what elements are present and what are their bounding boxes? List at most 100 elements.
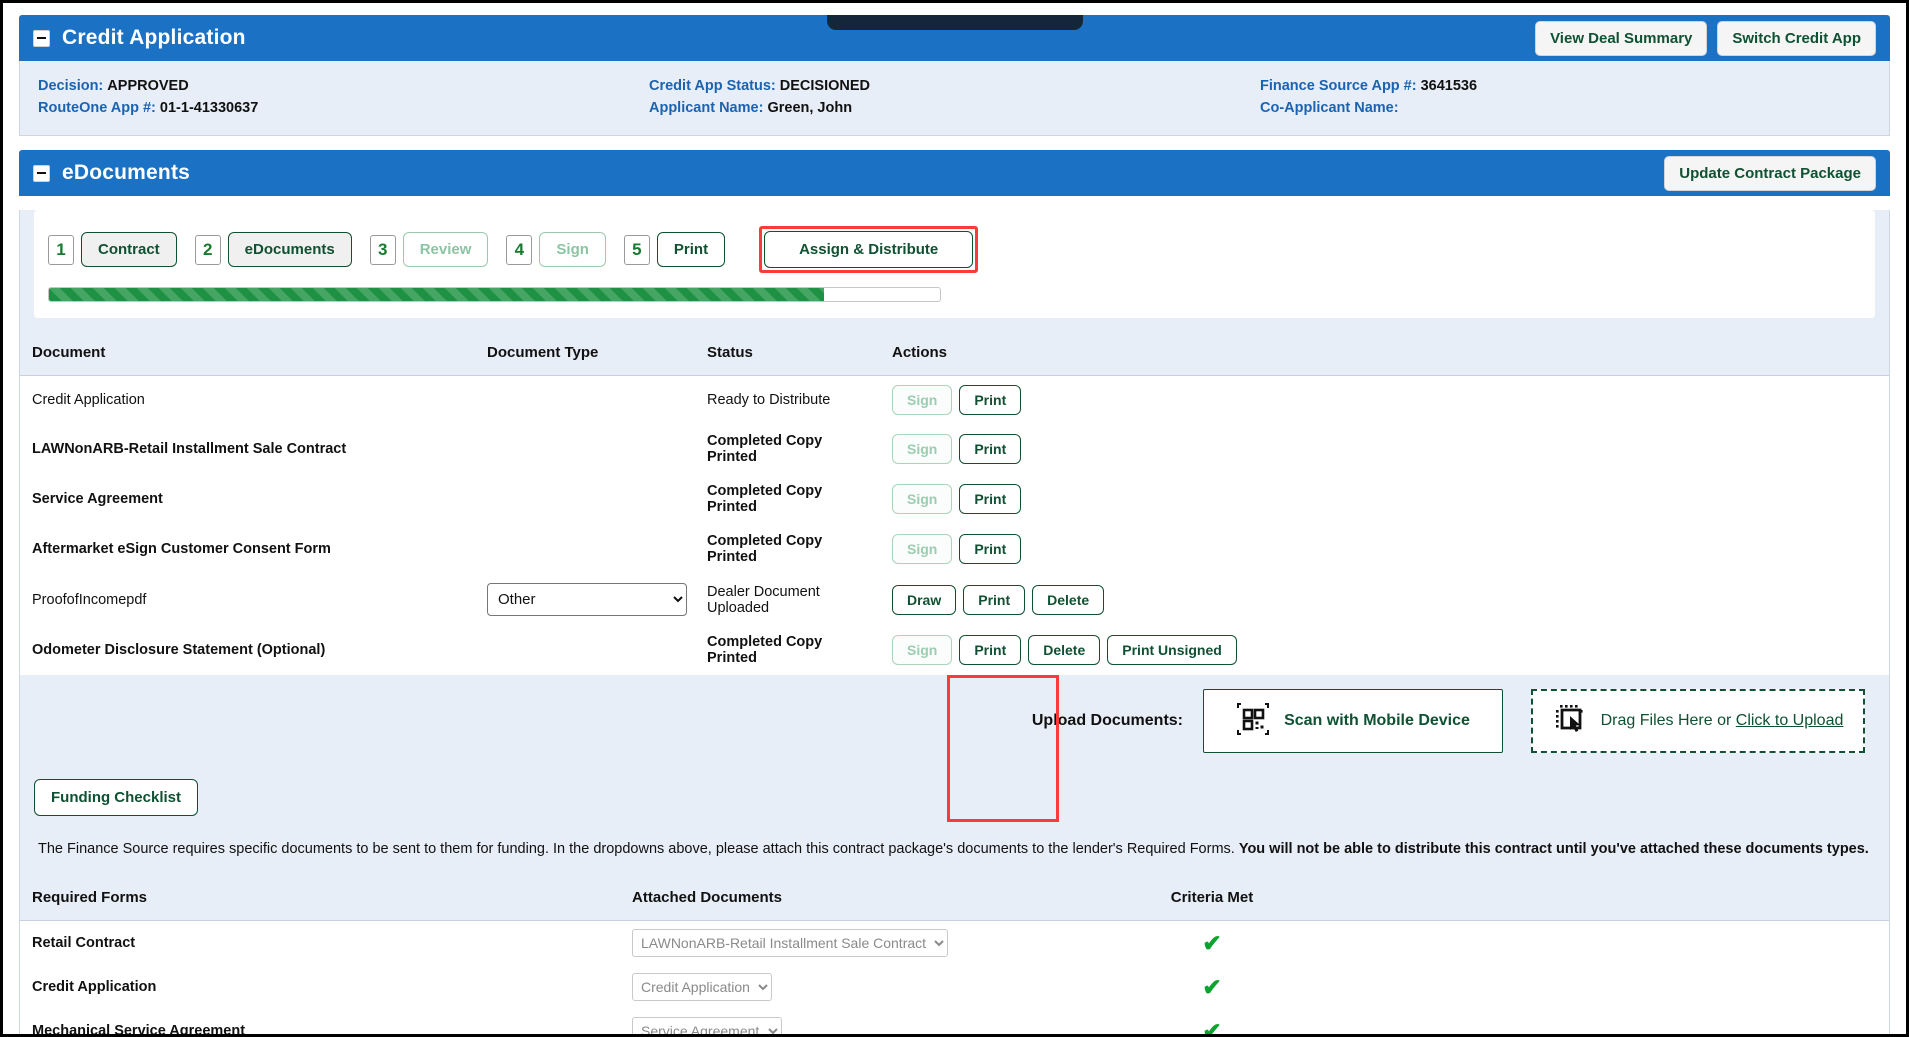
required-form-spacer-cell — [1270, 920, 1889, 965]
decision-label: Decision: — [38, 78, 104, 94]
drag-files-drop-zone[interactable]: Drag Files Here or Click to Upload — [1531, 689, 1865, 753]
sign-button: Sign — [892, 534, 953, 564]
scan-with-mobile-device-button[interactable]: Scan with Mobile Device — [1203, 689, 1503, 753]
print-button[interactable]: Print — [959, 635, 1022, 665]
funding-checklist-wrap: Funding Checklist — [34, 779, 1875, 816]
required-form-row: Retail Contract LAWNonARB-Retail Installm… — [20, 920, 1889, 965]
sign-button: Sign — [892, 635, 953, 665]
document-name-cell: ProofofIncomepdf — [32, 591, 147, 608]
delete-button[interactable]: Delete — [1032, 584, 1105, 615]
sign-button: Sign — [892, 385, 953, 415]
document-name-cell: Aftermarket eSign Customer Consent Form — [32, 541, 331, 557]
finance-source-app-label: Finance Source App #: — [1260, 78, 1417, 94]
sign-button: Sign — [892, 434, 953, 464]
click-to-upload-link[interactable]: Click to Upload — [1736, 712, 1844, 729]
action-buttons: Sign Print — [892, 385, 1881, 415]
draw-button[interactable]: Draw — [892, 584, 957, 615]
applicant-name-label: Applicant Name: — [649, 100, 764, 116]
print-unsigned-button[interactable]: Print Unsigned — [1107, 635, 1237, 665]
document-type-cell — [475, 424, 695, 474]
column-header-actions: Actions — [880, 332, 1889, 376]
required-form-spacer-cell — [1270, 965, 1889, 1009]
notice-text-bold: You will not be able to distribute this … — [1238, 841, 1869, 857]
sign-button: Sign — [892, 484, 953, 514]
required-forms-section: Required Forms Attached Documents Criter… — [20, 876, 1889, 1034]
document-name-cell: LAWNonARB-Retail Installment Sale Contra… — [32, 441, 347, 457]
column-header-criteria-met: Criteria Met — [1150, 876, 1270, 921]
print-button[interactable]: Print — [963, 584, 1026, 615]
attached-document-cell: Credit Application — [620, 965, 1150, 1009]
switch-credit-app-button[interactable]: Switch Credit App — [1717, 20, 1876, 56]
documents-table-head: Document Document Type Status Actions — [20, 332, 1889, 376]
column-header-document-type: Document Type — [475, 332, 695, 376]
assign-distribute-highlight: Assign & Distribute — [759, 226, 979, 273]
action-buttons: Sign Print — [892, 484, 1881, 514]
column-header-spacer — [1270, 876, 1889, 921]
step-button-sign: Sign — [539, 232, 606, 267]
drag-files-prefix: Drag Files Here or — [1600, 712, 1736, 729]
delete-button[interactable]: Delete — [1028, 635, 1101, 665]
document-name-cell: Credit Application — [32, 392, 145, 408]
upload-documents-label: Upload Documents: — [1031, 712, 1183, 729]
funding-checklist-button[interactable]: Funding Checklist — [34, 779, 199, 816]
document-type-cell — [475, 474, 695, 524]
print-button[interactable]: Print — [959, 484, 1022, 514]
document-status-cell: Dealer Document Uploaded — [707, 583, 820, 616]
document-name-cell: Service Agreement — [32, 491, 163, 507]
required-form-name: Mechanical Service Agreement — [20, 1009, 620, 1034]
window-tab-nub — [826, 15, 1083, 30]
wizard-progress-bar — [48, 287, 941, 302]
applicant-name-line: Applicant Name: Green, John — [649, 97, 1260, 119]
wizard-card: 1 Contract 2 eDocuments 3 Review 4 Sign … — [34, 210, 1875, 318]
document-status-cell: Ready to Distribute — [707, 392, 831, 408]
document-name-cell: Odometer Disclosure Statement (Optional) — [32, 642, 326, 658]
edocuments-collapse-minus-icon[interactable] — [33, 164, 50, 182]
finance-source-app-line: Finance Source App #: 3641536 — [1260, 75, 1871, 97]
attached-document-select[interactable]: LAWNonARB-Retail Installment Sale Contra… — [632, 929, 948, 957]
step-button-edocuments[interactable]: eDocuments — [227, 232, 352, 267]
step-number-3: 3 — [369, 234, 396, 265]
decision-value: APPROVED — [107, 78, 189, 94]
document-type-cell — [475, 625, 695, 675]
info-column-left: Decision: APPROVED RouteOne App #: 01-1-… — [38, 75, 649, 119]
attached-document-cell: LAWNonARB-Retail Installment Sale Contra… — [620, 920, 1150, 965]
documents-header-row: Document Document Type Status Actions — [20, 332, 1889, 376]
edocuments-panel: eDocuments Update Contract Package 1 Con… — [19, 150, 1890, 1034]
view-deal-summary-button[interactable]: View Deal Summary — [1535, 20, 1708, 56]
required-forms-header-row: Required Forms Attached Documents Criter… — [20, 876, 1889, 921]
step-button-contract[interactable]: Contract — [81, 232, 177, 267]
coapplicant-name-line: Co-Applicant Name: — [1260, 97, 1871, 119]
collapse-minus-icon[interactable] — [33, 29, 50, 47]
step-number-5: 5 — [623, 234, 650, 265]
info-column-middle: Credit App Status: DECISIONED Applicant … — [649, 75, 1260, 119]
update-contract-package-button[interactable]: Update Contract Package — [1664, 155, 1876, 191]
credit-app-status-line: Credit App Status: DECISIONED — [649, 75, 1260, 97]
step-number-4: 4 — [506, 234, 533, 265]
documents-table-body: Credit Application Ready to Distribute Sig… — [20, 375, 1889, 675]
table-row: Aftermarket eSign Customer Consent Form C… — [20, 524, 1889, 574]
print-button[interactable]: Print — [959, 385, 1022, 415]
document-type-select[interactable]: Other — [487, 583, 687, 616]
required-form-spacer-cell — [1270, 1009, 1889, 1034]
attached-document-select[interactable]: Credit Application — [632, 973, 772, 1001]
drag-files-label: Drag Files Here or Click to Upload — [1601, 712, 1844, 730]
document-type-cell — [475, 524, 695, 574]
coapplicant-name-label: Co-Applicant Name: — [1260, 100, 1399, 116]
print-button[interactable]: Print — [959, 534, 1022, 564]
step-button-review: Review — [402, 232, 489, 267]
attached-document-select[interactable]: Service Agreement — [632, 1017, 782, 1034]
edocuments-header: eDocuments Update Contract Package — [19, 150, 1890, 196]
document-type-cell — [475, 376, 695, 425]
step-button-print[interactable]: Print — [656, 232, 726, 267]
document-status-cell: Completed Copy Printed — [707, 634, 823, 666]
print-button[interactable]: Print — [959, 434, 1022, 464]
required-form-row: Mechanical Service Agreement Service Agre… — [20, 1009, 1889, 1034]
routeone-app-label: RouteOne App #: — [38, 100, 156, 116]
edocuments-title: eDocuments — [62, 161, 191, 184]
column-header-document: Document — [20, 332, 475, 376]
criteria-met-cell: ✔ — [1150, 920, 1270, 965]
document-status-cell: Completed Copy Printed — [707, 533, 823, 565]
info-column-right: Finance Source App #: 3641536 Co-Applica… — [1260, 75, 1871, 119]
assign-and-distribute-button[interactable]: Assign & Distribute — [764, 231, 974, 268]
wizard-progress-fill — [49, 288, 825, 301]
